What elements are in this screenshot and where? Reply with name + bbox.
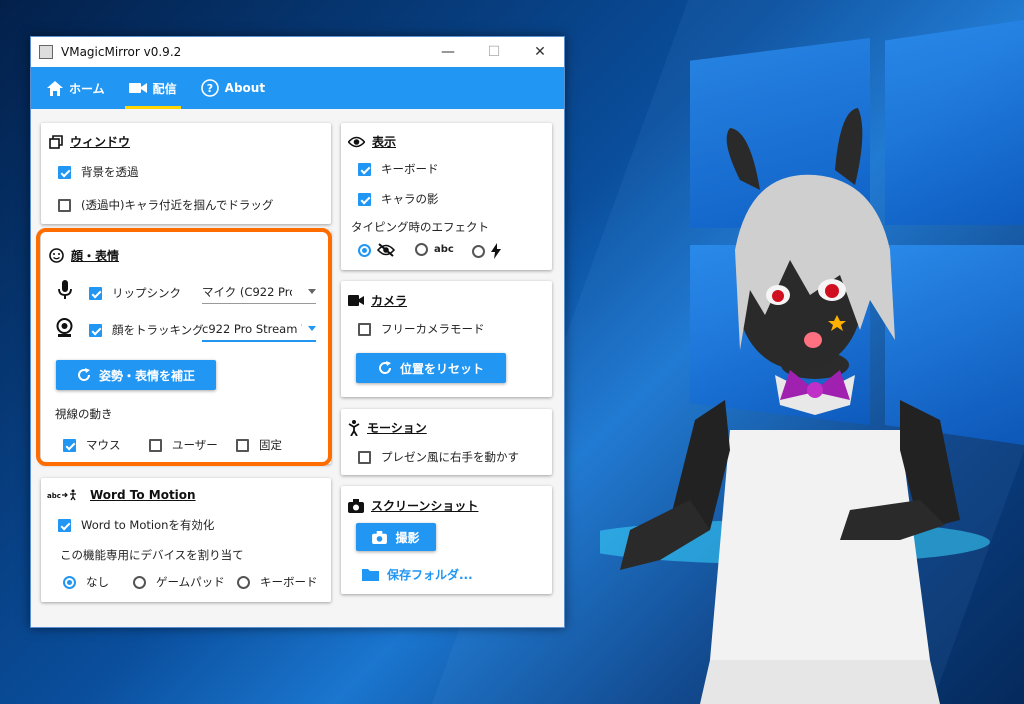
keyboard-display-label: キーボード (381, 162, 439, 176)
tab-about-label: About (224, 81, 266, 95)
help-circle-icon: ? (200, 79, 219, 97)
folder-icon (362, 569, 379, 581)
transparent-bg-label: 背景を透過 (81, 165, 139, 179)
motion-card-header: モーション (348, 419, 427, 436)
free-camera-option[interactable]: フリーカメラモード (358, 321, 485, 337)
camera-icon (348, 498, 364, 513)
transparent-bg-checkbox[interactable] (58, 165, 71, 179)
motion-card-title: モーション (367, 421, 427, 435)
keyboard-display-checkbox[interactable] (358, 162, 371, 176)
camera-icon (372, 530, 388, 544)
reset-position-label: 位置をリセット (399, 361, 484, 376)
word-device-keyboard-option[interactable]: キーボード (237, 574, 318, 590)
word-device-keyboard-label: キーボード (260, 575, 318, 589)
display-card-title: 表示 (372, 135, 397, 149)
drag-label: (透過中)キャラ付近を掴んでドラッグ (81, 198, 274, 212)
app-icon (39, 45, 53, 59)
word-device-none-label: なし (86, 575, 109, 589)
effect-lightning-option[interactable] (472, 243, 501, 259)
display-card-header: 表示 (348, 133, 396, 150)
tab-home-label: ホーム (69, 81, 105, 96)
word-device-gamepad-label: ゲームパッド (156, 575, 225, 589)
word-enable-checkbox[interactable] (58, 518, 71, 532)
title-bar[interactable]: VMagicMirror v0.9.2 — ☐ ✕ (31, 37, 564, 67)
free-camera-checkbox[interactable] (358, 322, 371, 336)
word-device-gamepad-option[interactable]: ゲームパッド (133, 574, 225, 590)
nav-bar: ホーム 配信 ? About (31, 67, 564, 109)
effect-none-radio[interactable] (358, 243, 371, 257)
shadow-option[interactable]: キャラの影 (358, 191, 439, 207)
screenshot-card-title: スクリーンショット (371, 499, 479, 513)
drag-option[interactable]: (透過中)キャラ付近を掴んでドラッグ (58, 197, 273, 213)
lightning-icon (491, 243, 501, 259)
typing-effect-label: タイピング時のエフェクト (351, 220, 489, 234)
camera-card-title: カメラ (371, 294, 408, 308)
video-camera-icon (128, 83, 147, 93)
maximize-button[interactable]: ☐ (471, 37, 517, 67)
tab-about[interactable]: ? About (191, 67, 275, 109)
transparent-bg-option[interactable]: 背景を透過 (58, 164, 139, 180)
effect-text-option[interactable]: abc (415, 243, 454, 256)
effect-text-label: abc (434, 244, 454, 255)
shoot-button[interactable]: 撮影 (356, 523, 436, 551)
avatar-character (600, 108, 990, 704)
presentation-checkbox[interactable] (358, 450, 371, 464)
presentation-option[interactable]: プレゼン風に右手を動かす (358, 449, 519, 465)
window-title: VMagicMirror v0.9.2 (61, 45, 182, 59)
word-card-title: Word To Motion (90, 488, 196, 502)
window-restore-icon (49, 134, 63, 149)
open-folder-link[interactable]: 保存フォルダ... (362, 566, 473, 583)
screenshot-card-header: スクリーンショット (348, 497, 478, 514)
refresh-icon (378, 361, 391, 374)
open-folder-label: 保存フォルダ... (387, 568, 473, 582)
word-device-none-option[interactable]: なし (63, 574, 109, 590)
face-section-highlight (36, 228, 332, 466)
tab-streaming-label: 配信 (152, 81, 177, 96)
effect-lightning-radio[interactable] (472, 244, 485, 258)
effect-text-radio[interactable] (415, 243, 428, 256)
word-device-keyboard-radio[interactable] (237, 575, 250, 589)
eye-off-icon (377, 243, 395, 257)
presentation-label: プレゼン風に右手を動かす (381, 450, 519, 464)
word-device-gamepad-radio[interactable] (133, 575, 146, 589)
shadow-checkbox[interactable] (358, 192, 371, 206)
window-card-title: ウィンドウ (70, 135, 131, 149)
tab-streaming[interactable]: 配信 (119, 67, 187, 109)
free-camera-label: フリーカメラモード (381, 322, 485, 336)
close-button[interactable]: ✕ (517, 37, 563, 67)
shadow-label: キャラの影 (381, 192, 439, 206)
home-icon (47, 80, 63, 96)
person-motion-icon (348, 419, 360, 436)
shoot-button-label: 撮影 (395, 530, 420, 545)
window-card-header: ウィンドウ (49, 133, 130, 150)
effect-none-option[interactable] (358, 243, 395, 257)
word-enable-option[interactable]: Word to Motionを有効化 (58, 517, 214, 533)
word-enable-label: Word to Motionを有効化 (81, 518, 215, 532)
keyboard-display-option[interactable]: キーボード (358, 161, 439, 177)
word-device-none-radio[interactable] (63, 575, 76, 589)
video-camera-icon (348, 295, 364, 306)
tab-home[interactable]: ホーム (37, 67, 115, 109)
svg-text:abc: abc (47, 492, 61, 500)
drag-checkbox[interactable] (58, 198, 71, 212)
camera-card-header: カメラ (348, 292, 407, 309)
word-card-header: abc Word To Motion (47, 488, 196, 502)
reset-position-button[interactable]: 位置をリセット (356, 353, 506, 383)
eye-icon (348, 136, 365, 147)
minimize-button[interactable]: — (425, 37, 471, 67)
svg-text:?: ? (206, 82, 212, 95)
word-to-motion-icon: abc (47, 489, 76, 501)
word-device-label: この機能専用にデバイスを割り当て (60, 548, 244, 562)
